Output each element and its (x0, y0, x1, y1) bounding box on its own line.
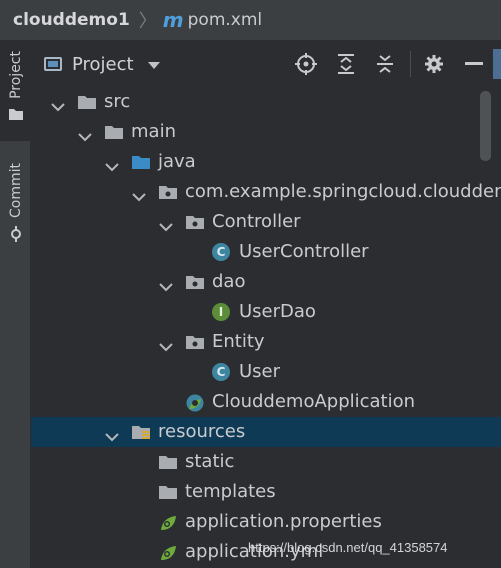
chevron-down-icon[interactable] (132, 187, 146, 202)
tree-node-label: Controller (212, 211, 301, 232)
tree-node-label: UserDao (239, 301, 316, 322)
tree-node-entity[interactable]: Entity (31, 327, 501, 357)
tree-node-label: templates (185, 481, 276, 502)
spring-properties-icon (158, 513, 178, 531)
tree-node-userdao[interactable]: I UserDao (31, 297, 501, 327)
commit-icon (10, 226, 21, 242)
gear-icon[interactable] (423, 53, 445, 75)
tree-node-application-properties[interactable]: application.properties (31, 507, 501, 537)
project-view-icon (44, 57, 62, 71)
source-folder-icon (131, 153, 151, 171)
tree-node-label: application.properties (185, 511, 382, 532)
tree-node-controller[interactable]: Controller (31, 207, 501, 237)
tree-node-label: resources (158, 421, 246, 442)
chevron-down-icon[interactable] (105, 157, 119, 172)
panel-edge-indicator (493, 49, 501, 79)
chevron-down-icon[interactable] (78, 127, 92, 142)
tree-node-java[interactable]: java (31, 147, 501, 177)
package-icon (185, 273, 205, 291)
breadcrumb-file[interactable]: pom.xml (188, 10, 263, 30)
breadcrumb-separator: 〉 (138, 11, 157, 32)
class-icon: C (212, 243, 232, 261)
folder-icon (158, 453, 178, 471)
tree-node-src[interactable]: src (31, 87, 501, 117)
commit-tool-label: Commit (7, 163, 24, 218)
project-panel: Project src main java com.example.spring… (31, 41, 501, 568)
project-panel-header: Project (31, 41, 501, 87)
interface-icon: I (212, 303, 232, 321)
tree-node-label: Entity (212, 331, 265, 352)
minimize-icon[interactable] (463, 53, 485, 75)
project-tool-tab[interactable]: Project (0, 41, 31, 141)
tree-node-resources[interactable]: resources (31, 417, 501, 447)
tree-node-com-example-springcloud-cloudden[interactable]: com.example.springcloud.cloudden (31, 177, 501, 207)
commit-tool-tab[interactable]: Commit (0, 153, 31, 253)
chevron-down-icon[interactable] (51, 97, 65, 112)
tree-node-label: static (185, 451, 235, 472)
tree-node-label: src (104, 91, 131, 112)
collapse-all-icon[interactable] (374, 53, 396, 75)
tree-node-label: dao (212, 271, 246, 292)
chevron-down-icon (147, 61, 160, 69)
folder-icon (158, 483, 178, 501)
folder-icon (77, 93, 97, 111)
chevron-down-icon[interactable] (159, 217, 173, 232)
locate-icon[interactable] (295, 53, 317, 75)
tree-node-dao[interactable]: dao (31, 267, 501, 297)
tree-node-clouddemoapplication[interactable]: ClouddemoApplication (31, 387, 501, 417)
tree-node-templates[interactable]: templates (31, 477, 501, 507)
tool-window-strip: Project Commit (0, 41, 31, 568)
package-icon (185, 333, 205, 351)
project-view-label: Project (72, 53, 134, 75)
tree-node-static[interactable]: static (31, 447, 501, 477)
spring-yml-icon (158, 543, 178, 561)
resources-folder-icon (131, 423, 151, 441)
project-tool-label: Project (7, 51, 24, 99)
chevron-down-icon[interactable] (159, 277, 173, 292)
maven-icon: m (162, 8, 184, 32)
tree-node-label: java (158, 151, 196, 172)
tree-node-label: UserController (239, 241, 369, 262)
breadcrumb-project[interactable]: clouddemo1 (13, 10, 130, 30)
expand-all-icon[interactable] (335, 53, 357, 75)
tree-node-main[interactable]: main (31, 117, 501, 147)
tree-node-label: main (131, 121, 176, 142)
toolbar-divider (410, 51, 411, 77)
chevron-down-icon[interactable] (105, 427, 119, 442)
view-selector[interactable]: Project (44, 54, 160, 75)
tree-node-usercontroller[interactable]: C UserController (31, 237, 501, 267)
watermark-text: https://blog.csdn.net/qq_41358574 (248, 540, 448, 555)
tree-node-label: com.example.springcloud.cloudden (185, 181, 501, 202)
class-icon: C (212, 363, 232, 381)
project-tree: src main java com.example.springcloud.cloud… (31, 87, 501, 568)
package-icon (158, 183, 178, 201)
chevron-down-icon[interactable] (159, 337, 173, 352)
navigation-bar: clouddemo1 〉 m pom.xml (0, 0, 501, 41)
spring-boot-class-icon (185, 393, 205, 412)
tree-node-label: User (239, 361, 281, 382)
folder-icon (104, 123, 124, 141)
tree-node-user[interactable]: C User (31, 357, 501, 387)
folder-icon (8, 108, 23, 120)
package-icon (185, 213, 205, 231)
tree-node-label: ClouddemoApplication (212, 391, 416, 412)
